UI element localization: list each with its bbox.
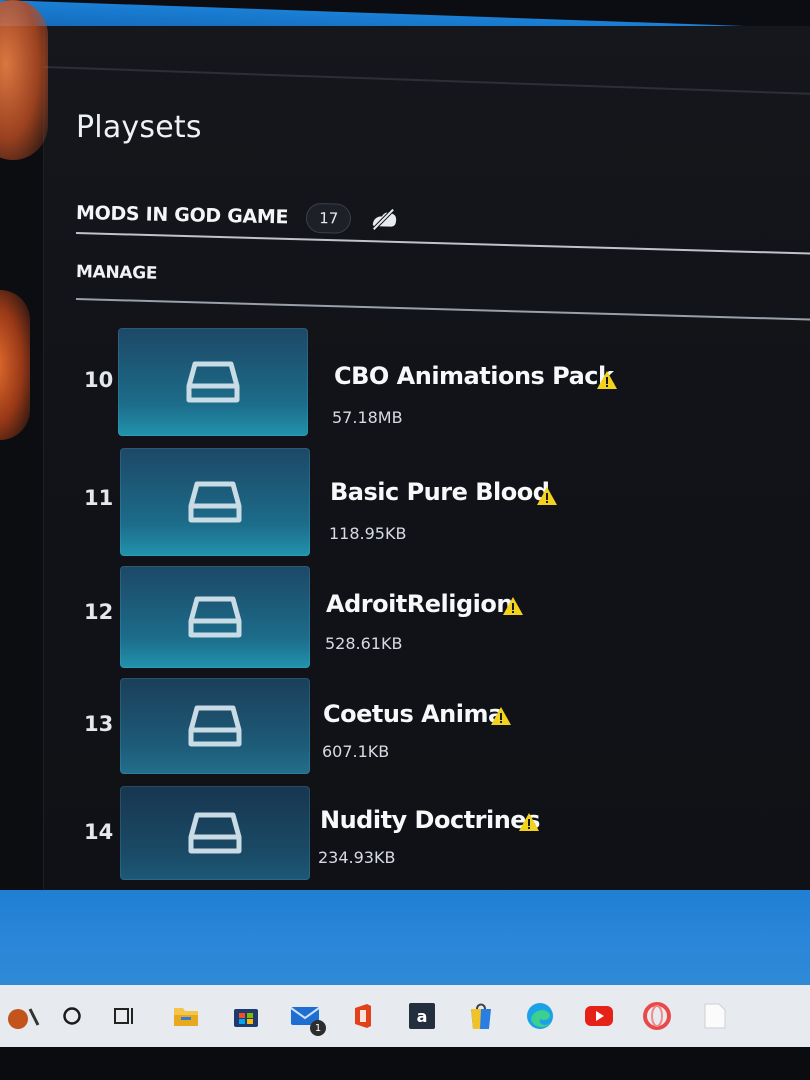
search-icon xyxy=(63,1007,81,1025)
mod-title[interactable]: Nudity Doctrines xyxy=(320,806,540,834)
amazon-button[interactable]: a xyxy=(392,990,452,1042)
task-view-button[interactable] xyxy=(94,990,156,1042)
finger-occlusion xyxy=(0,0,48,160)
mod-size: 57.18MB xyxy=(332,408,403,427)
warning-icon[interactable] xyxy=(490,706,512,726)
warning-icon[interactable] xyxy=(596,370,618,390)
warning-icon[interactable] xyxy=(518,812,540,832)
warning-icon[interactable] xyxy=(502,596,524,616)
office-icon xyxy=(355,1004,371,1028)
mod-size: 528.61KB xyxy=(325,634,403,653)
warning-icon[interactable] xyxy=(536,486,558,506)
office-button[interactable] xyxy=(334,990,392,1042)
edge-icon xyxy=(527,1003,553,1029)
mail-unread-badge: 1 xyxy=(310,1020,326,1036)
monitor-bezel xyxy=(0,1047,810,1080)
svg-text:a: a xyxy=(417,1007,428,1026)
mod-count-badge: 17 xyxy=(305,202,352,234)
store-icon xyxy=(234,1009,258,1027)
file-explorer-button[interactable] xyxy=(156,990,216,1042)
search-button[interactable] xyxy=(50,990,94,1042)
start-button[interactable] xyxy=(0,990,50,1042)
store-button[interactable] xyxy=(216,990,276,1042)
mod-size: 607.1KB xyxy=(322,742,390,761)
mod-load-order: 14 xyxy=(84,820,114,844)
opera-button[interactable] xyxy=(628,990,686,1042)
youtube-button[interactable] xyxy=(570,990,628,1042)
youtube-icon xyxy=(585,1006,613,1026)
amazon-icon: a xyxy=(409,1003,435,1029)
opera-icon xyxy=(643,1002,671,1030)
mod-thumbnail[interactable] xyxy=(120,448,310,556)
notes-icon xyxy=(704,1003,726,1029)
desktop-wallpaper-bottom xyxy=(0,890,810,990)
mod-thumbnail[interactable] xyxy=(120,678,310,774)
drive-icon xyxy=(188,812,242,854)
bag-icon xyxy=(471,1003,491,1029)
drive-icon xyxy=(188,596,242,638)
notes-button[interactable] xyxy=(686,990,744,1042)
manage-tab[interactable]: MANAGE xyxy=(76,262,158,284)
mod-size: 118.95KB xyxy=(329,524,407,543)
drive-icon xyxy=(186,361,240,403)
taskbar: 1 a xyxy=(0,985,810,1047)
finger-occlusion xyxy=(0,290,30,440)
mod-title[interactable]: AdroitReligion xyxy=(326,590,513,618)
mod-title[interactable]: Coetus Anima xyxy=(323,700,504,728)
sync-disabled-icon[interactable] xyxy=(369,206,402,233)
drive-icon xyxy=(188,705,242,747)
mail-button[interactable]: 1 xyxy=(276,990,334,1042)
task-view-icon xyxy=(114,1008,133,1024)
mod-load-order: 11 xyxy=(84,486,114,510)
start-icon xyxy=(8,1008,40,1029)
file-explorer-icon xyxy=(174,1008,198,1026)
mod-thumbnail[interactable] xyxy=(118,328,308,436)
edge-button[interactable] xyxy=(510,990,570,1042)
mod-size: 234.93KB xyxy=(318,848,396,867)
drive-icon xyxy=(188,481,242,523)
page-title: Playsets xyxy=(76,110,202,145)
mod-title[interactable]: CBO Animations Pack xyxy=(334,362,614,390)
mod-title[interactable]: Basic Pure Blood xyxy=(330,478,550,506)
playset-name[interactable]: MODS IN GOD GAME xyxy=(76,202,289,228)
mod-load-order: 13 xyxy=(84,712,114,736)
shopping-bag-button[interactable] xyxy=(452,990,510,1042)
mod-load-order: 12 xyxy=(84,600,114,624)
playset-header: MODS IN GOD GAME 17 xyxy=(76,196,402,237)
mod-thumbnail[interactable] xyxy=(120,566,310,668)
mod-thumbnail[interactable] xyxy=(120,786,310,880)
